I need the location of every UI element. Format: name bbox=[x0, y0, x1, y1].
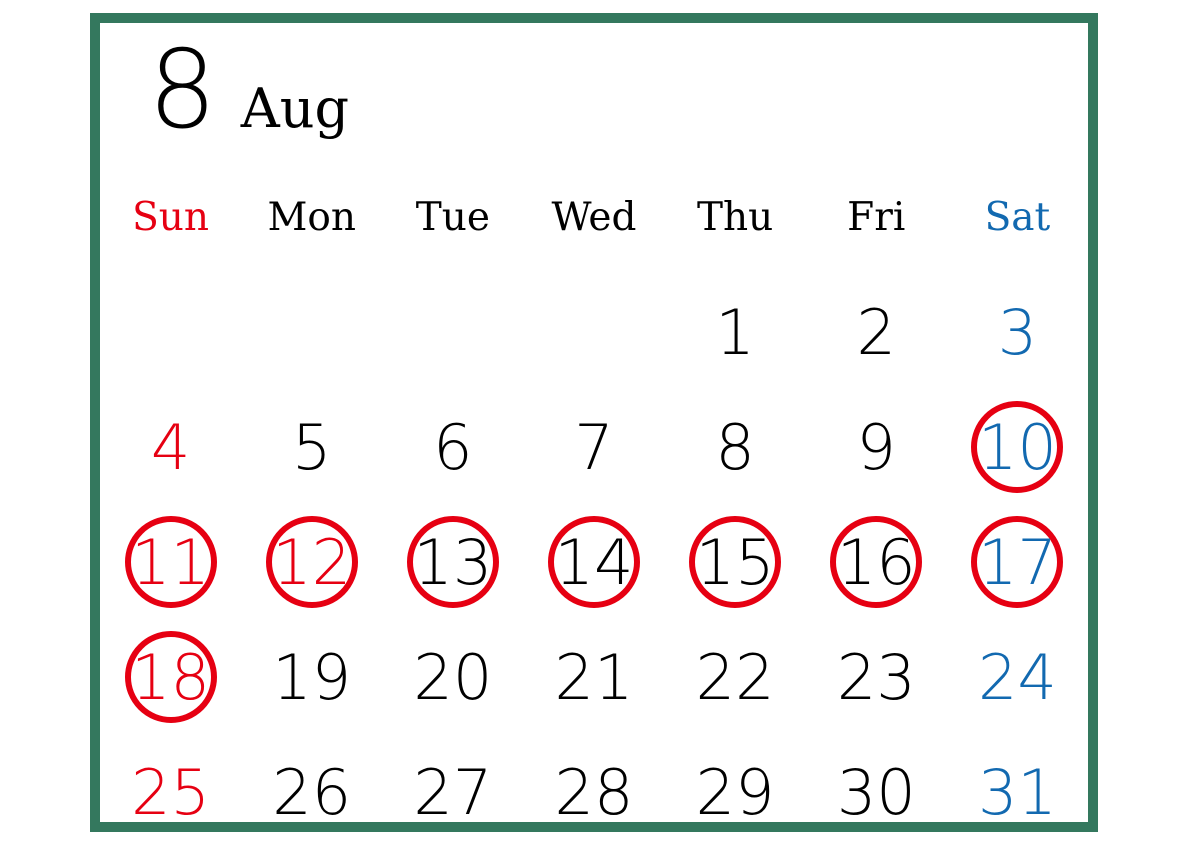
day-cell-empty bbox=[523, 275, 664, 390]
weekday-header-fri: Fri bbox=[847, 195, 906, 240]
day-cell[interactable]: 17 bbox=[947, 505, 1088, 620]
day-number: 13 bbox=[413, 525, 493, 599]
calendar-header: 8 Aug bbox=[148, 37, 349, 145]
weekday-header-tue: Tue bbox=[415, 195, 490, 240]
day-number: 4 bbox=[150, 410, 191, 484]
day-number: 8 bbox=[715, 410, 755, 484]
weekday-header-sat: Sat bbox=[984, 195, 1051, 240]
day-cell[interactable]: 22 bbox=[665, 620, 806, 735]
day-number: 29 bbox=[695, 755, 775, 829]
weekday-header-wed: Wed bbox=[551, 195, 637, 240]
day-number: 7 bbox=[574, 410, 614, 484]
day-number: 25 bbox=[131, 755, 211, 829]
day-number: 27 bbox=[413, 755, 493, 829]
day-cell-empty bbox=[100, 275, 241, 390]
day-number: 15 bbox=[695, 525, 775, 599]
day-number: 17 bbox=[977, 525, 1057, 599]
day-number: 19 bbox=[272, 640, 352, 714]
days-grid: 1 2 3 4 5 6 7 8 9 10 11 12 13 14 15 16 17 18 19 20 21 22 23 24 2… bbox=[100, 275, 1088, 850]
day-cell[interactable]: 6 bbox=[382, 390, 523, 505]
day-number: 23 bbox=[836, 640, 916, 714]
day-number: 10 bbox=[977, 410, 1057, 484]
day-cell[interactable]: 25 bbox=[100, 735, 241, 850]
calendar-frame: 8 Aug Sun Mon Tue Wed Thu Fri Sat 1 2 3 4 5 6 7 8 9 10 1… bbox=[90, 13, 1098, 832]
day-number: 18 bbox=[131, 640, 211, 714]
day-number: 20 bbox=[413, 640, 493, 714]
day-number: 28 bbox=[554, 755, 634, 829]
day-cell[interactable]: 5 bbox=[241, 390, 382, 505]
day-number: 26 bbox=[272, 755, 352, 829]
day-number: 30 bbox=[836, 755, 916, 829]
day-number: 9 bbox=[856, 410, 896, 484]
day-number: 11 bbox=[131, 525, 211, 599]
month-name: Aug bbox=[240, 77, 350, 140]
day-cell[interactable]: 4 bbox=[100, 390, 241, 505]
calendar-body: 8 Aug Sun Mon Tue Wed Thu Fri Sat 1 2 3 4 5 6 7 8 9 10 1… bbox=[100, 23, 1088, 823]
day-cell[interactable]: 19 bbox=[241, 620, 382, 735]
weekday-header-mon: Mon bbox=[267, 195, 356, 240]
day-number: 31 bbox=[977, 755, 1057, 829]
day-cell[interactable]: 30 bbox=[806, 735, 947, 850]
day-cell[interactable]: 16 bbox=[806, 505, 947, 620]
day-cell[interactable]: 29 bbox=[665, 735, 806, 850]
day-cell[interactable]: 10 bbox=[947, 390, 1088, 505]
day-number: 12 bbox=[272, 525, 352, 599]
day-cell[interactable]: 1 bbox=[665, 275, 806, 390]
day-cell[interactable]: 26 bbox=[241, 735, 382, 850]
day-number: 22 bbox=[695, 640, 775, 714]
day-cell[interactable]: 31 bbox=[947, 735, 1088, 850]
day-cell-empty bbox=[382, 275, 523, 390]
day-cell[interactable]: 8 bbox=[665, 390, 806, 505]
day-cell[interactable]: 24 bbox=[947, 620, 1088, 735]
day-cell[interactable]: 3 bbox=[947, 275, 1088, 390]
day-cell[interactable]: 13 bbox=[382, 505, 523, 620]
day-cell[interactable]: 21 bbox=[523, 620, 664, 735]
day-number: 24 bbox=[977, 640, 1057, 714]
calendar-page: 8 Aug Sun Mon Tue Wed Thu Fri Sat 1 2 3 4 5 6 7 8 9 10 1… bbox=[0, 0, 1191, 842]
day-number: 21 bbox=[554, 640, 634, 714]
weekday-header-row: Sun Mon Tue Wed Thu Fri Sat bbox=[100, 195, 1088, 240]
day-number: 16 bbox=[836, 525, 916, 599]
day-cell[interactable]: 14 bbox=[523, 505, 664, 620]
day-number: 5 bbox=[291, 410, 332, 484]
day-number: 3 bbox=[997, 295, 1038, 369]
day-cell[interactable]: 2 bbox=[806, 275, 947, 390]
day-cell[interactable]: 9 bbox=[806, 390, 947, 505]
day-cell[interactable]: 23 bbox=[806, 620, 947, 735]
day-cell[interactable]: 28 bbox=[523, 735, 664, 850]
day-number: 14 bbox=[554, 525, 634, 599]
day-cell-empty bbox=[241, 275, 382, 390]
month-number: 8 bbox=[148, 28, 217, 153]
day-cell[interactable]: 7 bbox=[523, 390, 664, 505]
weekday-header-sun: Sun bbox=[132, 195, 210, 240]
day-cell[interactable]: 20 bbox=[382, 620, 523, 735]
day-cell[interactable]: 12 bbox=[241, 505, 382, 620]
day-cell[interactable]: 15 bbox=[665, 505, 806, 620]
day-cell[interactable]: 11 bbox=[100, 505, 241, 620]
day-cell[interactable]: 27 bbox=[382, 735, 523, 850]
day-cell[interactable]: 18 bbox=[100, 620, 241, 735]
day-number: 2 bbox=[856, 295, 896, 369]
weekday-header-thu: Thu bbox=[697, 195, 774, 240]
day-number: 1 bbox=[715, 295, 755, 369]
day-number: 6 bbox=[433, 410, 473, 484]
